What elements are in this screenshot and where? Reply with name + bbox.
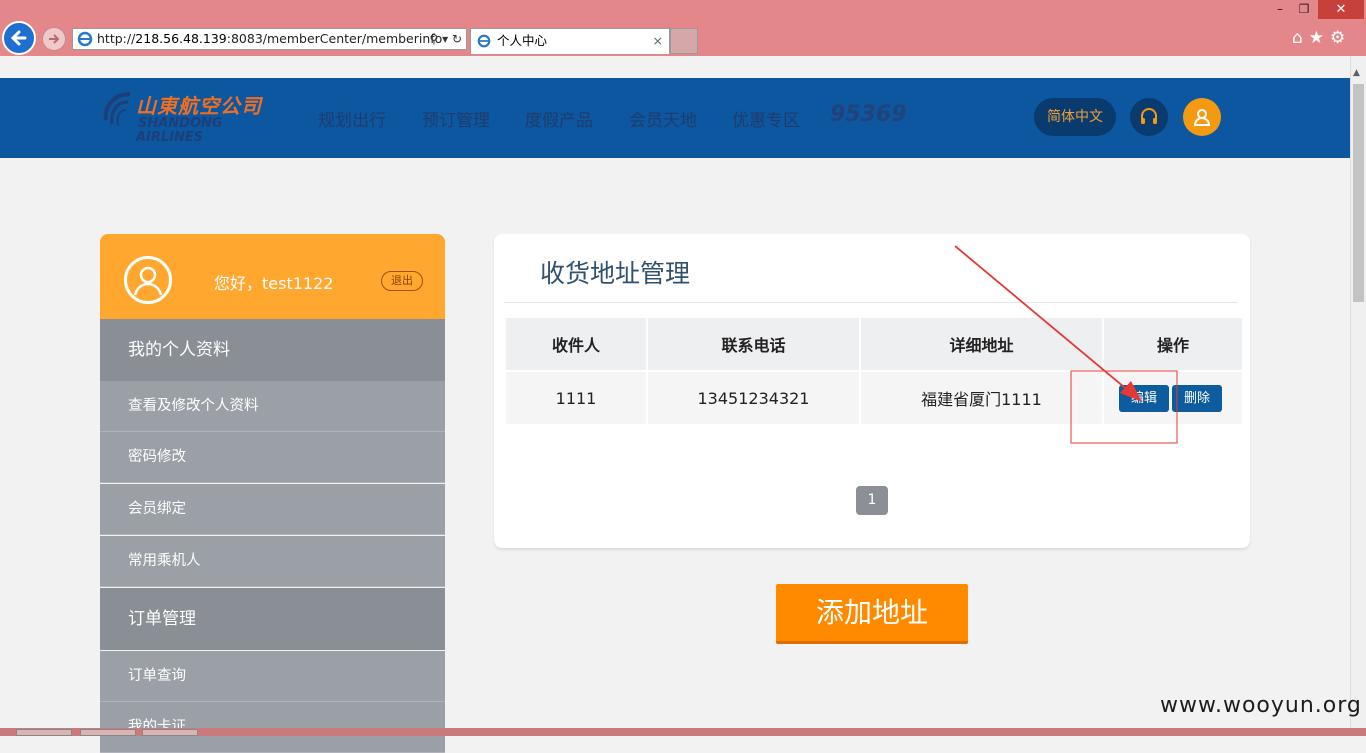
window-minimize-button[interactable]: – <box>1270 2 1290 18</box>
taskbar-item[interactable] <box>80 729 136 736</box>
address-controls[interactable]: ⚲ ▾ ↻ <box>430 29 463 49</box>
add-address-button[interactable]: 添加地址 <box>776 584 968 644</box>
site-header: 山東航空公司 SHANDONG AIRLINES 规划出行 预订管理 度假产品 … <box>0 78 1350 158</box>
arrow-left-icon <box>10 30 27 46</box>
address-table: 收件人 联系电话 详细地址 操作 1111 13451234321 福建省厦门1… <box>504 316 1244 426</box>
logo-swoosh-icon <box>103 92 131 127</box>
pagination-page-1[interactable]: 1 <box>856 486 888 515</box>
new-tab-button[interactable] <box>670 28 698 54</box>
sidebar-section-profile[interactable]: 我的个人资料 <box>100 319 445 381</box>
ie-icon <box>477 34 491 48</box>
logout-button[interactable]: 退出 <box>381 271 423 291</box>
hotline-number: 95369 <box>830 102 907 127</box>
browser-chrome: http://218.56.48.139:8083/memberCenter/m… <box>0 0 1366 56</box>
address-management-card: 收货地址管理 收件人 联系电话 详细地址 操作 1111 13451234321… <box>494 234 1250 548</box>
title-divider <box>504 302 1238 303</box>
url-text: http://218.56.48.139:8083/memberCenter/m… <box>97 31 443 46</box>
column-actions: 操作 <box>1104 318 1242 370</box>
tab-personal-center[interactable]: 个人中心 × <box>470 28 670 54</box>
back-button[interactable] <box>2 21 36 55</box>
sidebar-item-frequent-passengers[interactable]: 常用乘机人 <box>100 536 445 587</box>
window-maximize-button[interactable]: ❐ <box>1294 2 1314 18</box>
cell-actions: 编辑 删除 <box>1104 372 1242 424</box>
scroll-thumb[interactable] <box>1353 84 1364 302</box>
sidebar-item-member-binding[interactable]: 会员绑定 <box>100 484 445 535</box>
cell-phone: 13451234321 <box>648 372 859 424</box>
headset-icon <box>1141 108 1157 124</box>
language-button[interactable]: 简体中文 <box>1034 98 1116 136</box>
sidebar-item-change-password[interactable]: 密码修改 <box>100 432 445 483</box>
home-star-gear-icons[interactable]: ⌂★⚙ <box>1292 28 1351 48</box>
forward-button[interactable] <box>42 27 66 51</box>
column-address: 详细地址 <box>861 318 1102 370</box>
delete-button[interactable]: 删除 <box>1172 384 1222 412</box>
member-sidebar: 您好，test1122 退出 我的个人资料 查看及修改个人资料 密码修改 会员绑… <box>100 234 445 753</box>
sidebar-item-view-edit-profile[interactable]: 查看及修改个人资料 <box>100 381 445 432</box>
logo-text-en-2: AIRLINES <box>136 130 204 145</box>
cell-recipient: 1111 <box>506 372 646 424</box>
table-header-row: 收件人 联系电话 详细地址 操作 <box>506 318 1242 370</box>
nav-booking-management[interactable]: 预订管理 <box>422 106 490 131</box>
user-avatar-icon <box>133 266 163 296</box>
nav-promotions[interactable]: 优惠专区 <box>732 106 800 131</box>
profile-card: 您好，test1122 退出 <box>100 234 445 319</box>
scroll-up-icon[interactable]: ▲ <box>1353 68 1360 78</box>
customer-service-button[interactable] <box>1130 98 1168 136</box>
avatar <box>124 256 172 304</box>
sidebar-item-order-query[interactable]: 订单查询 <box>100 651 445 702</box>
sidebar-section-orders[interactable]: 订单管理 <box>100 588 445 650</box>
column-phone: 联系电话 <box>648 318 859 370</box>
watermark-text: www.wooyun.org <box>1160 693 1362 718</box>
ie-icon <box>77 31 93 47</box>
logo-text-en: SHANDONG <box>138 116 223 131</box>
arrow-right-icon <box>49 34 60 44</box>
page-scrollbar[interactable]: ▲ <box>1350 56 1366 728</box>
page-title: 收货地址管理 <box>540 259 691 288</box>
tab-title: 个人中心 <box>497 33 548 48</box>
taskbar-item[interactable] <box>142 729 198 736</box>
window-close-button[interactable]: ✕ <box>1318 0 1364 19</box>
nav-member-zone[interactable]: 会员天地 <box>629 106 697 131</box>
user-account-button[interactable] <box>1183 98 1221 136</box>
cell-address: 福建省厦门1111 <box>861 372 1102 424</box>
nav-plan-trip[interactable]: 规划出行 <box>318 106 386 131</box>
edit-button[interactable]: 编辑 <box>1119 384 1169 412</box>
user-icon <box>1193 109 1211 126</box>
nav-vacation-products[interactable]: 度假产品 <box>525 106 593 131</box>
taskbar <box>0 728 1366 736</box>
logo-text-cn: 山東航空公司 <box>136 94 262 118</box>
user-greeting: 您好，test1122 <box>214 274 334 293</box>
airline-logo[interactable]: 山東航空公司 SHANDONG AIRLINES <box>100 84 280 146</box>
address-bar[interactable]: http://218.56.48.139:8083/memberCenter/m… <box>72 28 467 50</box>
table-row: 1111 13451234321 福建省厦门1111 编辑 删除 <box>506 372 1242 424</box>
tab-close-icon[interactable]: × <box>653 29 663 53</box>
taskbar-item[interactable] <box>16 729 72 736</box>
column-recipient: 收件人 <box>506 318 646 370</box>
